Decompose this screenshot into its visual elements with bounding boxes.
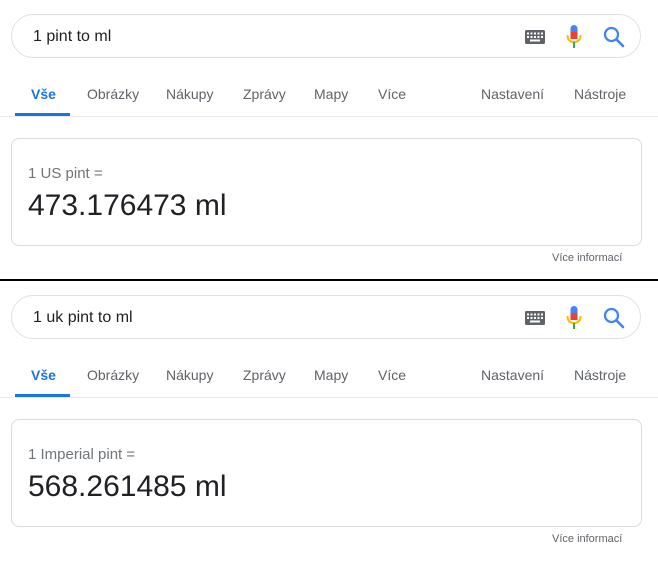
conversion-result-card: 1 Imperial pint = 568.261485 ml bbox=[11, 419, 642, 527]
tab-maps[interactable]: Mapy bbox=[314, 86, 348, 102]
more-info-link[interactable]: Více informací bbox=[552, 252, 622, 264]
keyboard-icon[interactable] bbox=[525, 30, 545, 44]
search-query[interactable]: 1 pint to ml bbox=[33, 28, 111, 46]
search-query[interactable]: 1 uk pint to ml bbox=[33, 309, 133, 327]
tab-all[interactable]: Vše bbox=[31, 367, 56, 383]
tab-tools[interactable]: Nástroje bbox=[574, 367, 626, 383]
conversion-to: 473.176473 ml bbox=[28, 189, 227, 222]
tab-images[interactable]: Obrázky bbox=[87, 86, 139, 102]
active-tab-indicator bbox=[15, 113, 70, 116]
conversion-from: 1 Imperial pint = bbox=[28, 446, 136, 463]
tab-shopping[interactable]: Nákupy bbox=[166, 367, 213, 383]
conversion-result-card: 1 US pint = 473.176473 ml bbox=[11, 138, 642, 246]
more-info-link[interactable]: Více informací bbox=[552, 533, 622, 545]
search-panel-1: 1 pint to ml Vše Obrázky Nákupy Zprávy M… bbox=[0, 0, 658, 280]
keyboard-icon[interactable] bbox=[525, 311, 545, 325]
conversion-from: 1 US pint = bbox=[28, 165, 103, 182]
tab-more[interactable]: Více bbox=[378, 367, 406, 383]
nav-tabs: Vše Obrázky Nákupy Zprávy Mapy Více Nast… bbox=[0, 72, 658, 117]
tab-maps[interactable]: Mapy bbox=[314, 367, 348, 383]
search-icon[interactable] bbox=[603, 307, 625, 329]
search-box[interactable]: 1 pint to ml bbox=[11, 14, 641, 58]
tab-shopping[interactable]: Nákupy bbox=[166, 86, 213, 102]
active-tab-indicator bbox=[15, 394, 70, 397]
search-icon[interactable] bbox=[603, 26, 625, 48]
search-box[interactable]: 1 uk pint to ml bbox=[11, 295, 641, 339]
tab-tools[interactable]: Nástroje bbox=[574, 86, 626, 102]
tab-news[interactable]: Zprávy bbox=[243, 86, 286, 102]
tab-settings[interactable]: Nastavení bbox=[481, 367, 544, 383]
tab-more[interactable]: Více bbox=[378, 86, 406, 102]
mic-icon[interactable] bbox=[566, 306, 582, 330]
tab-settings[interactable]: Nastavení bbox=[481, 86, 544, 102]
tab-images[interactable]: Obrázky bbox=[87, 367, 139, 383]
tab-all[interactable]: Vše bbox=[31, 86, 56, 102]
search-panel-2: 1 uk pint to ml Vše Obrázky Nákupy Zpráv… bbox=[0, 281, 658, 561]
tab-news[interactable]: Zprávy bbox=[243, 367, 286, 383]
nav-tabs: Vše Obrázky Nákupy Zprávy Mapy Více Nast… bbox=[0, 353, 658, 398]
conversion-to: 568.261485 ml bbox=[28, 470, 227, 503]
mic-icon[interactable] bbox=[566, 25, 582, 49]
